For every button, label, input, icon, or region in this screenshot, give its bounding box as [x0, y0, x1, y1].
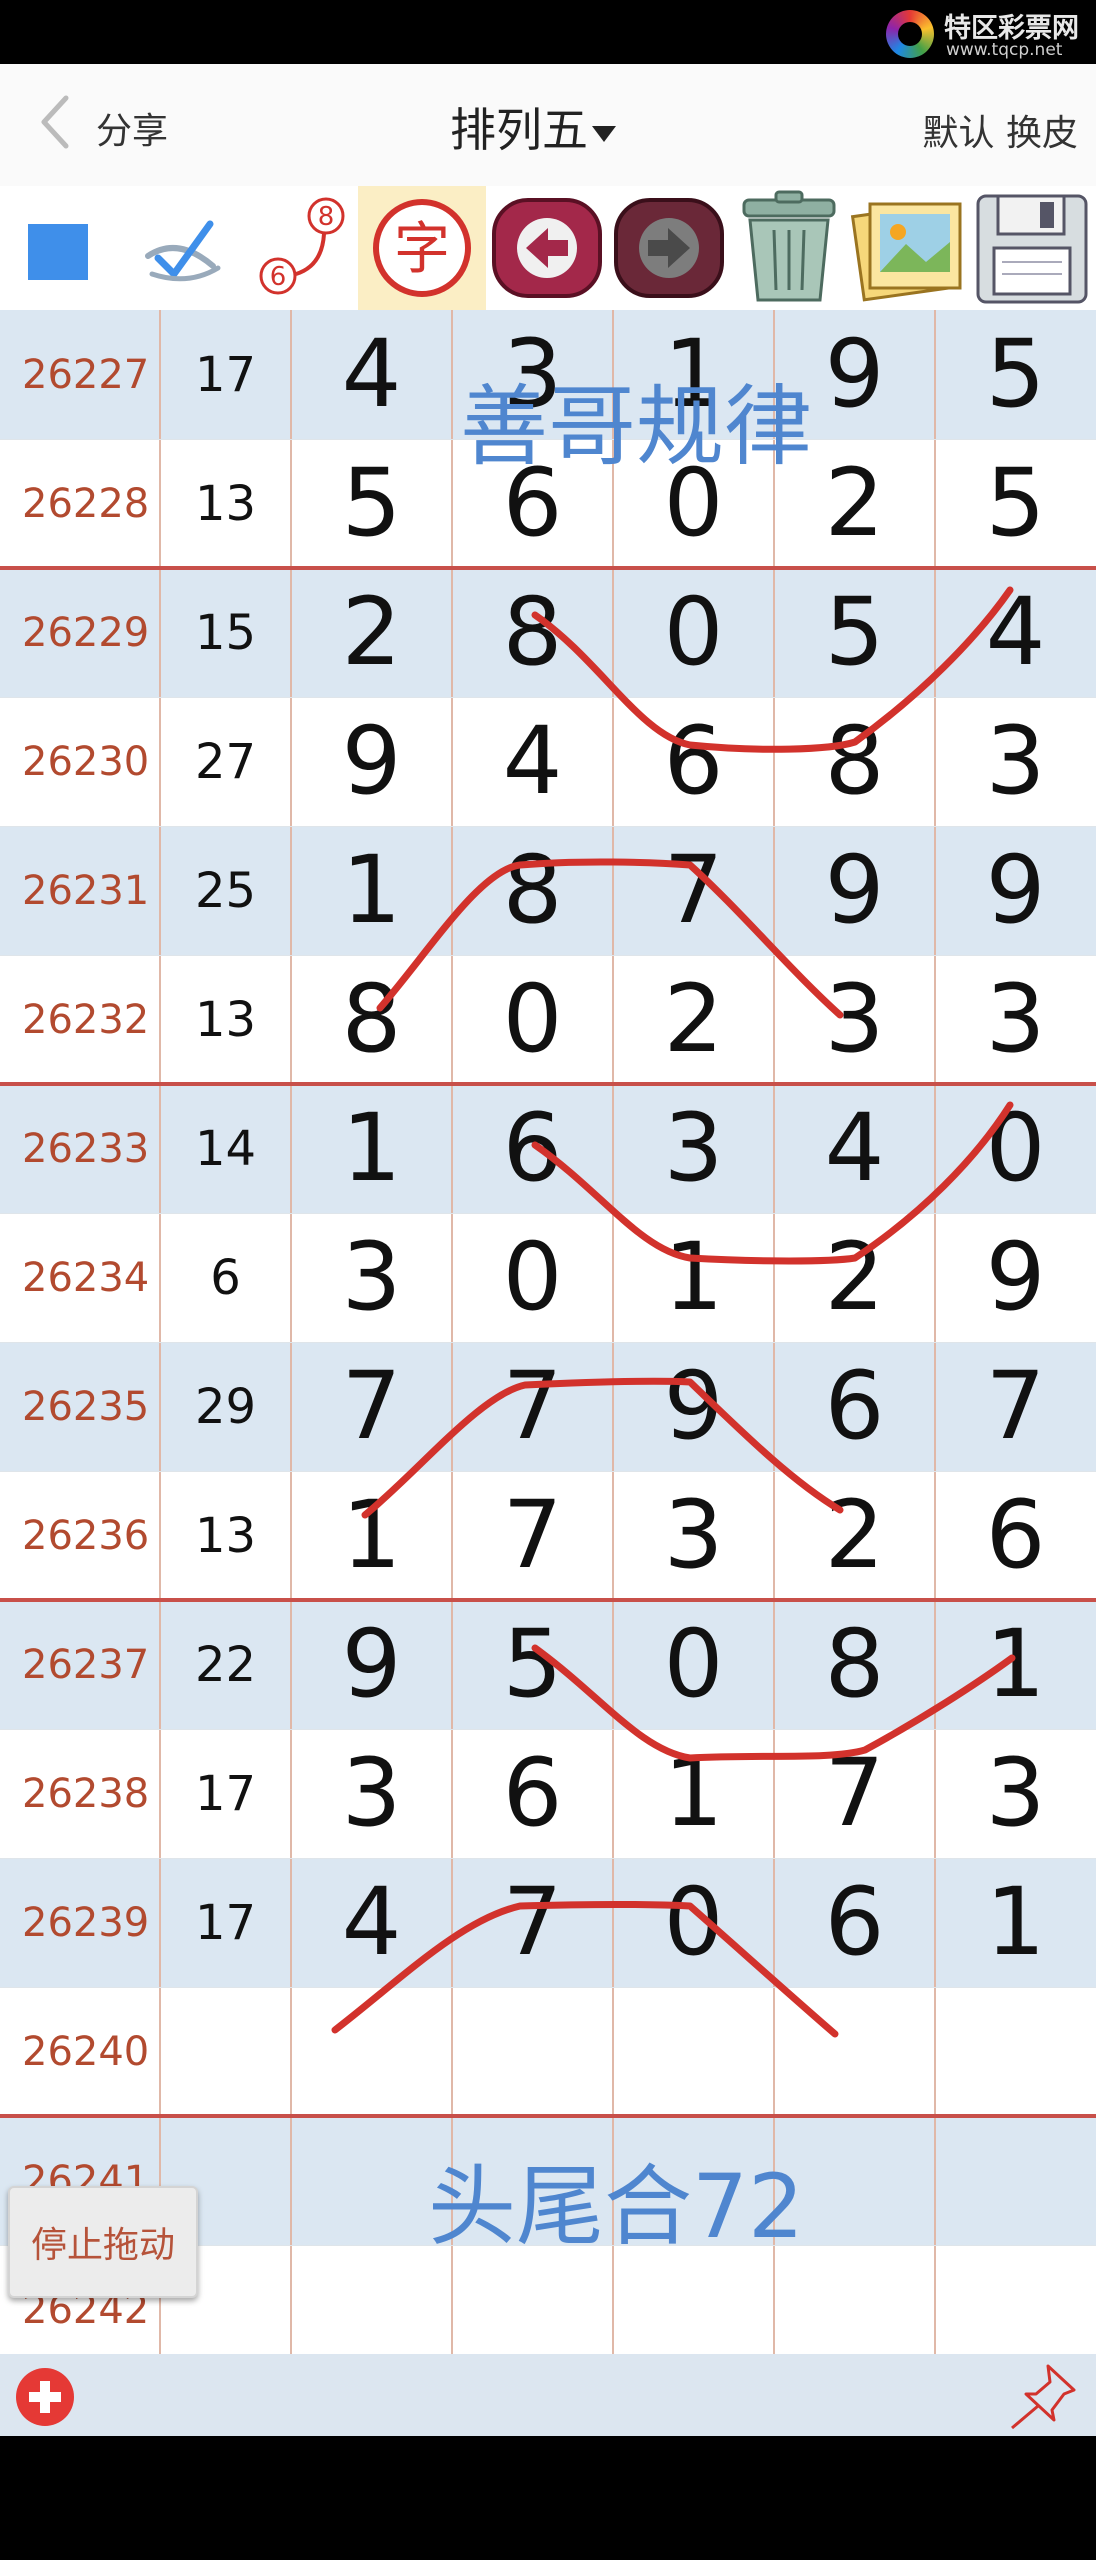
system-bottom-area	[0, 2436, 1096, 2560]
svg-text:6: 6	[270, 262, 287, 292]
blue-square-icon	[28, 224, 88, 280]
logo-url: www.tqcp.net	[946, 40, 1063, 60]
site-logo: 特区彩票网 www.tqcp.net	[886, 6, 1086, 60]
svg-text:8: 8	[318, 202, 335, 232]
pen-check-button[interactable]	[118, 186, 238, 310]
caret-down-icon	[592, 125, 616, 142]
share-button[interactable]: 分享	[96, 102, 168, 154]
top-status-bar: 特区彩票网 www.tqcp.net	[0, 0, 1096, 64]
logo-emblem-icon	[886, 10, 934, 58]
red-connection-stroke	[531, 586, 1014, 753]
image-gallery-icon	[850, 202, 962, 302]
hand-drawn-strokes	[331, 586, 1016, 2038]
connect-numbers-icon: 8 6	[259, 197, 345, 295]
chevron-left-icon	[41, 95, 69, 149]
undo-button[interactable]	[486, 186, 608, 310]
red-connection-stroke	[531, 1644, 1016, 1762]
color-square-button[interactable]	[0, 186, 118, 310]
text-tool-button[interactable]: 字	[358, 186, 486, 310]
image-button[interactable]	[848, 186, 970, 310]
svg-text:字: 字	[394, 217, 450, 282]
pin-button[interactable]	[1004, 2360, 1084, 2432]
skin-switch-button[interactable]: 默认 换皮	[923, 104, 1078, 156]
redo-button[interactable]	[608, 186, 730, 310]
page-title: 排列五	[450, 103, 588, 157]
red-connection-stroke	[376, 858, 844, 1019]
trash-button[interactable]	[730, 186, 848, 310]
red-connection-stroke	[361, 1377, 844, 1519]
navigation-bar: 分享 排列五 默认 换皮	[0, 64, 1096, 186]
floppy-disk-icon	[976, 194, 1088, 304]
stop-drag-button[interactable]: 停止拖动	[8, 2186, 198, 2298]
connect-numbers-button[interactable]: 8 6	[238, 186, 358, 310]
arrow-left-icon	[492, 198, 602, 298]
save-button[interactable]	[970, 186, 1096, 310]
pushpin-icon	[1011, 2364, 1076, 2430]
arrow-right-icon	[614, 198, 724, 298]
add-button[interactable]	[14, 2366, 76, 2428]
trash-icon	[742, 190, 836, 302]
results-table: 26227 17 4 3 1 9 5 26228 13 5 6 0 2 5 26229 15 2 8 0 5 4 2623…	[0, 310, 1096, 2354]
red-connection-stroke	[331, 1901, 839, 2038]
drawing-toolbar: 8 6 字	[0, 186, 1096, 310]
bottom-toolbar	[0, 2354, 1096, 2436]
back-button[interactable]	[30, 92, 90, 152]
pen-check-icon	[145, 220, 221, 282]
add-circle-icon	[16, 2368, 74, 2426]
text-tool-icon: 字	[373, 199, 471, 297]
red-connection-stroke	[531, 1101, 1014, 1265]
